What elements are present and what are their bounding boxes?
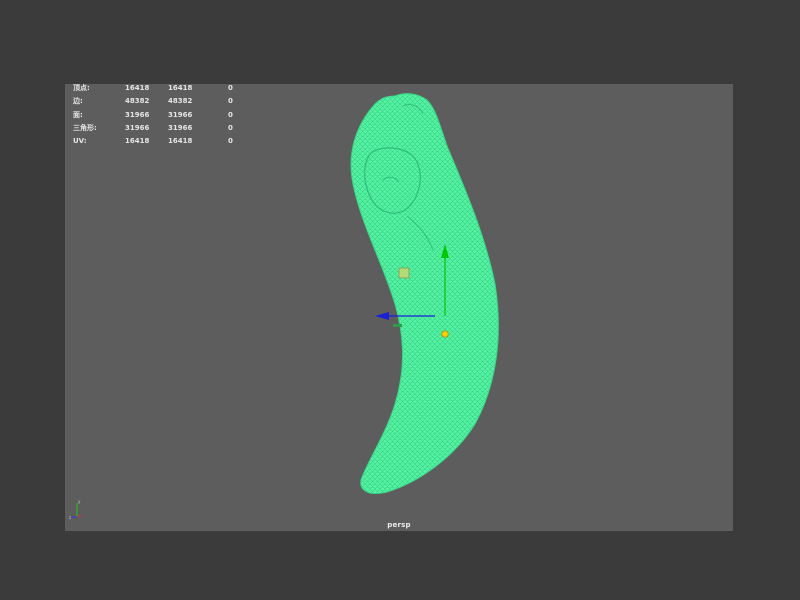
scene-canvas[interactable] [65,84,733,531]
svg-text:y: y [78,499,81,504]
camera-name-label: persp [387,521,411,529]
view-axis-icon: z y [69,499,82,520]
carved-tusk-mesh[interactable] [350,93,499,494]
pivot-center-handle[interactable] [441,330,449,338]
svg-text:z: z [69,515,71,520]
plane-handle[interactable] [398,267,410,279]
x-axis-arrow[interactable] [375,312,389,320]
persp-viewport[interactable]: 顶点: 16418 16418 0 边: 48382 48382 0 面: 31… [65,84,733,531]
pivot-marker [393,324,402,327]
